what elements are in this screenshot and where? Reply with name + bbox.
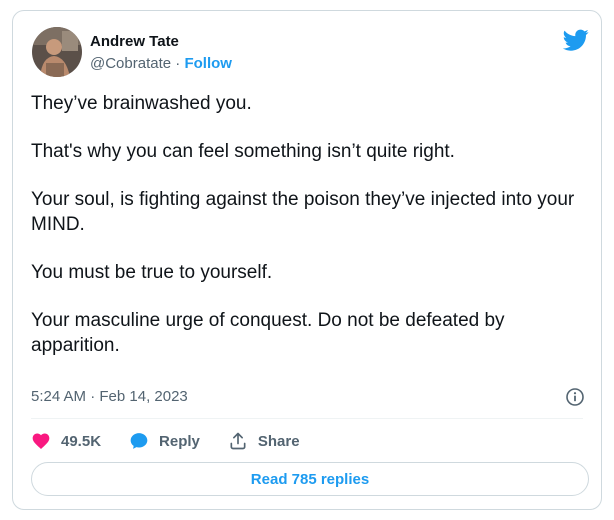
avatar[interactable] bbox=[32, 27, 82, 77]
reply-label: Reply bbox=[159, 432, 200, 450]
like-count: 49.5K bbox=[61, 432, 102, 450]
twitter-bird-icon[interactable] bbox=[562, 27, 589, 53]
reply-button[interactable]: Reply bbox=[129, 431, 200, 451]
author-handle[interactable]: @Cobratate bbox=[90, 55, 171, 72]
tweet-paragraph: Your soul, is fighting against the poiso… bbox=[31, 189, 575, 235]
share-button[interactable]: Share bbox=[228, 431, 300, 451]
speech-bubble-icon bbox=[130, 433, 148, 449]
tweet-paragraph: You must be true to yourself. bbox=[31, 262, 273, 283]
read-replies-button[interactable]: Read 785 replies bbox=[31, 462, 589, 496]
tweet-timestamp[interactable]: 5:24 AM · Feb 14, 2023 bbox=[31, 388, 188, 405]
tweet-embed-card: Andrew Tate @Cobratate · Follow They’ve … bbox=[12, 10, 602, 510]
tweet-paragraph: They’ve brainwashed you. bbox=[31, 93, 252, 114]
share-label: Share bbox=[257, 432, 300, 450]
tweet-actions: 49.5K Reply Share bbox=[31, 429, 328, 453]
like-button[interactable]: 49.5K bbox=[31, 431, 101, 451]
follow-button[interactable]: Follow bbox=[184, 55, 232, 72]
tweet-paragraph: That's why you can feel something isn’t … bbox=[31, 141, 455, 162]
heart-icon bbox=[32, 433, 50, 449]
handle-separator: · bbox=[175, 55, 181, 72]
share-upload-icon bbox=[230, 432, 246, 450]
info-icon[interactable] bbox=[565, 387, 585, 407]
author-handle-row: @Cobratate · Follow bbox=[90, 55, 232, 72]
tweet-paragraph: Your masculine urge of conquest. Do not … bbox=[31, 310, 505, 356]
divider bbox=[31, 418, 583, 419]
author-name[interactable]: Andrew Tate bbox=[90, 33, 179, 50]
avatar-image bbox=[32, 27, 82, 77]
tweet-text: They’ve brainwashed you. That's why you … bbox=[31, 91, 589, 358]
